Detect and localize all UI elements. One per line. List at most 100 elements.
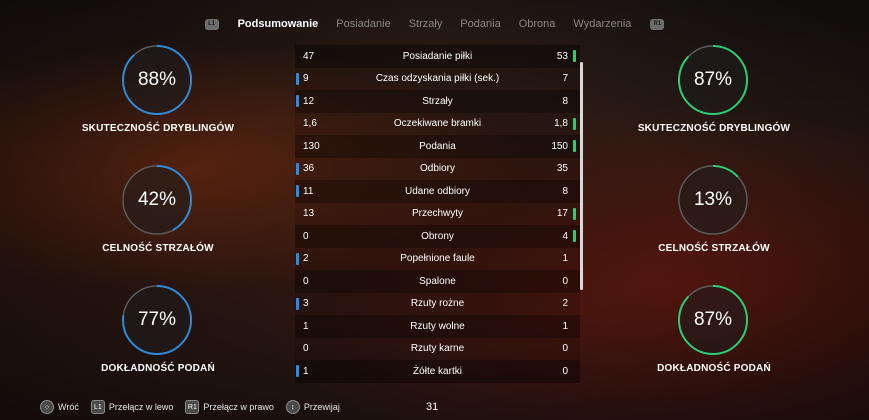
stat-row: 47 Posiadanie piłki 53	[295, 45, 580, 68]
away-value: 53	[556, 50, 568, 62]
right-stick-icon: ↕	[285, 400, 300, 414]
next-label: Przełącz w prawo	[203, 402, 274, 412]
home-value: 0	[303, 343, 309, 355]
away-gauges: 87% SKUTECZNOŚĆ DRYBLINGÓW 13% CELNOŚĆ S…	[614, 40, 814, 400]
stat-label: Rzuty karne	[410, 343, 465, 355]
home-value: 1,6	[303, 118, 317, 130]
away-leader-bar	[573, 50, 576, 62]
r1-button-icon: R1	[185, 400, 200, 414]
stat-row: 3 Rzuty rożne 2	[295, 292, 580, 315]
away-leader-bar	[573, 117, 576, 130]
stat-row: 36 Odbiory 35	[295, 157, 580, 180]
stat-label: Posiadanie piłki	[402, 50, 473, 62]
next-hint[interactable]: R1 Przełącz w prawo	[185, 400, 274, 414]
stat-label: Żółte kartki	[413, 365, 462, 377]
tab-defense[interactable]: Obrona	[519, 18, 556, 30]
home-shot-accuracy-gauge: 42% CELNOŚĆ STRZAŁÓW	[58, 160, 258, 280]
away-shot-accuracy-value: 13%	[693, 189, 733, 210]
home-value: 2	[303, 253, 309, 265]
stat-row: 2 Popełnione faule 1	[295, 247, 580, 270]
home-dribbling-title: SKUTECZNOŚĆ DRYBLINGÓW	[81, 123, 235, 134]
home-dribbling-value: 88%	[137, 69, 177, 90]
controls-footer: ○ Wróć L1 Przełącz w lewo R1 Przełącz w …	[40, 398, 352, 416]
circle-button-icon: ○	[40, 400, 54, 414]
stat-label: Obrony	[421, 230, 454, 242]
away-dribbling-value: 87%	[693, 69, 733, 90]
home-leader-bar	[296, 185, 299, 197]
away-value: 4	[562, 230, 568, 242]
away-value: 0	[562, 365, 568, 377]
stat-row: 1 Żółte kartki 0	[295, 360, 580, 383]
home-value: 3	[303, 298, 309, 310]
tab-summary[interactable]: Podsumowanie	[238, 18, 319, 30]
stats-table[interactable]: 47 Posiadanie piłki 53 9 Czas odzyskania pi…	[295, 45, 580, 383]
away-leader-bar	[573, 140, 576, 152]
tab-passes[interactable]: Podania	[460, 18, 500, 30]
away-value: 35	[556, 163, 568, 175]
tab-bar: L1 Podsumowanie Posiadanie Strzały Podan…	[0, 14, 869, 34]
away-value: 0	[562, 275, 568, 287]
stat-row: 0 Rzuty karne 0	[295, 337, 580, 360]
r1-bumper-icon[interactable]: R1	[650, 18, 665, 30]
match-clock: 31	[426, 401, 439, 413]
prev-label: Przełącz w lewo	[108, 402, 174, 412]
home-value: 1	[303, 320, 309, 332]
home-value: 0	[303, 275, 309, 287]
home-leader-bar	[296, 72, 299, 85]
stat-label: Strzały	[422, 95, 453, 107]
away-value: 8	[562, 95, 568, 107]
stat-label: Czas odzyskania piłki (sek.)	[375, 73, 500, 85]
away-value: 17	[556, 208, 568, 220]
home-gauges: 88% SKUTECZNOŚĆ DRYBLINGÓW 42% CELNOŚĆ S…	[58, 40, 258, 400]
stat-row: 9 Czas odzyskania piłki (sek.) 7	[295, 67, 580, 90]
home-leader-bar	[296, 95, 299, 107]
away-dribbling-title: SKUTECZNOŚĆ DRYBLINGÓW	[637, 123, 791, 134]
away-pass-accuracy-value: 87%	[693, 309, 733, 330]
home-leader-bar	[296, 365, 299, 377]
home-dribbling-gauge: 88% SKUTECZNOŚĆ DRYBLINGÓW	[58, 40, 258, 160]
home-value: 47	[303, 50, 315, 62]
stat-row: 1 Rzuty wolne 1	[295, 315, 580, 338]
stat-label: Rzuty wolne	[410, 320, 465, 332]
home-shot-accuracy-value: 42%	[137, 189, 177, 210]
away-value: 8	[562, 185, 568, 197]
home-leader-bar	[296, 297, 299, 310]
away-value: 2	[562, 298, 568, 310]
home-value: 11	[303, 185, 314, 197]
away-dribbling-gauge: 87% SKUTECZNOŚĆ DRYBLINGÓW	[614, 40, 814, 160]
home-value: 12	[303, 95, 315, 107]
away-value: 1	[562, 253, 568, 265]
stat-row: 12 Strzały 8	[295, 90, 580, 113]
stat-row: 11 Udane odbiory 8	[295, 180, 580, 203]
home-value: 9	[303, 73, 309, 85]
home-leader-bar	[296, 162, 299, 175]
home-value: 0	[303, 230, 309, 242]
tab-shots[interactable]: Strzały	[409, 18, 443, 30]
away-value: 1,8	[554, 118, 568, 130]
tab-possession[interactable]: Posiadanie	[336, 18, 390, 30]
home-leader-bar	[296, 252, 299, 265]
l1-button-icon: L1	[90, 400, 105, 414]
back-hint[interactable]: ○ Wróć	[40, 400, 79, 414]
stat-label: Udane odbiory	[404, 185, 471, 197]
prev-hint[interactable]: L1 Przełącz w lewo	[90, 400, 174, 414]
away-value: 7	[562, 73, 568, 85]
stat-label: Odbiory	[419, 163, 455, 175]
away-shot-accuracy-gauge: 13% CELNOŚĆ STRZAŁÓW	[614, 160, 814, 280]
stat-row: 0 Obrony 4	[295, 225, 580, 248]
home-pass-accuracy-value: 77%	[137, 309, 177, 330]
away-shot-accuracy-title: CELNOŚĆ STRZAŁÓW	[658, 243, 770, 254]
scroll-hint[interactable]: ↕ Przewijaj	[285, 400, 340, 414]
away-leader-bar	[573, 230, 576, 242]
stat-label: Przechwyty	[411, 208, 464, 220]
scroll-label: Przewijaj	[303, 402, 340, 412]
stats-scrollbar[interactable]	[580, 62, 583, 290]
away-value: 1	[562, 320, 568, 332]
stat-label: Podania	[419, 140, 456, 152]
tab-events[interactable]: Wydarzenia	[573, 18, 631, 30]
home-pass-accuracy-gauge: 77% DOKŁADNOŚĆ PODAŃ	[58, 280, 258, 400]
stat-label: Oczekiwane bramki	[393, 118, 482, 130]
home-value: 36	[303, 163, 315, 175]
away-pass-accuracy-gauge: 87% DOKŁADNOŚĆ PODAŃ	[614, 280, 814, 400]
l1-bumper-icon[interactable]: L1	[204, 18, 219, 30]
